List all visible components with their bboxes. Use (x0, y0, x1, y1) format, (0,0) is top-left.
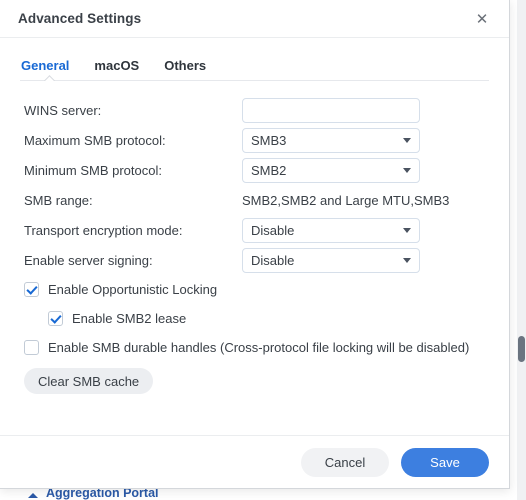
chevron-down-icon (403, 137, 411, 143)
wins-server-input[interactable] (242, 97, 420, 123)
smb-durable-handles-label[interactable]: Enable SMB durable handles (Cross-protoc… (48, 340, 469, 355)
minimum-smb-protocol-value: SMB2 (251, 162, 287, 178)
transport-encryption-mode-select[interactable]: Disable (242, 217, 420, 243)
dialog-footer: Cancel Save (0, 435, 509, 488)
background-scrollbar-track[interactable] (517, 0, 526, 500)
chevron-down-icon (403, 167, 411, 173)
form-row-maximum-smb-protocol: Maximum SMB protocol: SMB3 (24, 125, 489, 155)
advanced-settings-dialog: Advanced Settings ✕ General macOS Others… (0, 0, 510, 489)
chevron-up-icon (28, 493, 38, 498)
chevron-down-icon (403, 227, 411, 233)
minimum-smb-protocol-select[interactable]: SMB2 (242, 157, 420, 183)
smb2-lease-label[interactable]: Enable SMB2 lease (72, 311, 186, 326)
active-tab-caret-icon (44, 75, 55, 81)
chevron-down-icon (403, 257, 411, 263)
dialog-header: Advanced Settings ✕ (0, 0, 509, 38)
clear-smb-cache-button[interactable]: Clear SMB cache (24, 368, 154, 394)
smb-range-value: SMB2,SMB2 and Large MTU,SMB3 (242, 192, 450, 208)
tab-general[interactable]: General (21, 58, 69, 76)
maximum-smb-protocol-label: Maximum SMB protocol: (24, 132, 166, 148)
form-row-minimum-smb-protocol: Minimum SMB protocol: SMB2 (24, 155, 489, 185)
form-row-enable-server-signing: Enable server signing: Disable (24, 245, 489, 275)
cancel-button[interactable]: Cancel (301, 447, 389, 477)
form-row-transport-encryption-mode: Transport encryption mode: Disable (24, 215, 489, 245)
minimum-smb-protocol-label: Minimum SMB protocol: (24, 162, 162, 178)
smb-durable-handles-checkbox[interactable] (24, 340, 39, 355)
form-row-wins-server: WINS server: (24, 95, 489, 125)
transport-encryption-mode-value: Disable (251, 222, 295, 238)
enable-server-signing-value: Disable (251, 252, 295, 268)
background-scrollbar-thumb[interactable] (518, 336, 525, 362)
opportunistic-locking-checkbox[interactable] (24, 282, 39, 297)
enable-server-signing-select[interactable]: Disable (242, 247, 420, 273)
tab-bar: General macOS Others (0, 38, 509, 81)
transport-encryption-mode-label: Transport encryption mode: (24, 222, 183, 238)
checkbox-row-smb2-lease[interactable]: Enable SMB2 lease (24, 304, 489, 333)
maximum-smb-protocol-value: SMB3 (251, 132, 287, 148)
smb2-lease-checkbox[interactable] (48, 311, 63, 326)
wins-server-label: WINS server: (24, 102, 102, 118)
opportunistic-locking-label[interactable]: Enable Opportunistic Locking (48, 282, 217, 297)
form-row-smb-range: SMB range: SMB2,SMB2 and Large MTU,SMB3 (24, 185, 489, 215)
maximum-smb-protocol-select[interactable]: SMB3 (242, 127, 420, 153)
close-icon[interactable]: ✕ (469, 6, 495, 32)
dialog-title: Advanced Settings (18, 11, 142, 26)
enable-server-signing-label: Enable server signing: (24, 252, 153, 268)
tab-divider (20, 80, 489, 81)
checkbox-row-smb-durable-handles[interactable]: Enable SMB durable handles (Cross-protoc… (24, 333, 489, 362)
tab-macos[interactable]: macOS (94, 58, 139, 76)
save-button[interactable]: Save (401, 447, 489, 477)
tab-others[interactable]: Others (164, 58, 206, 76)
checkbox-row-opportunistic-locking[interactable]: Enable Opportunistic Locking (24, 275, 489, 304)
dialog-body: WINS server: Maximum SMB protocol: SMB3 … (0, 81, 509, 435)
tab-list: General macOS Others (0, 52, 509, 76)
smb-range-label: SMB range: (24, 192, 93, 208)
